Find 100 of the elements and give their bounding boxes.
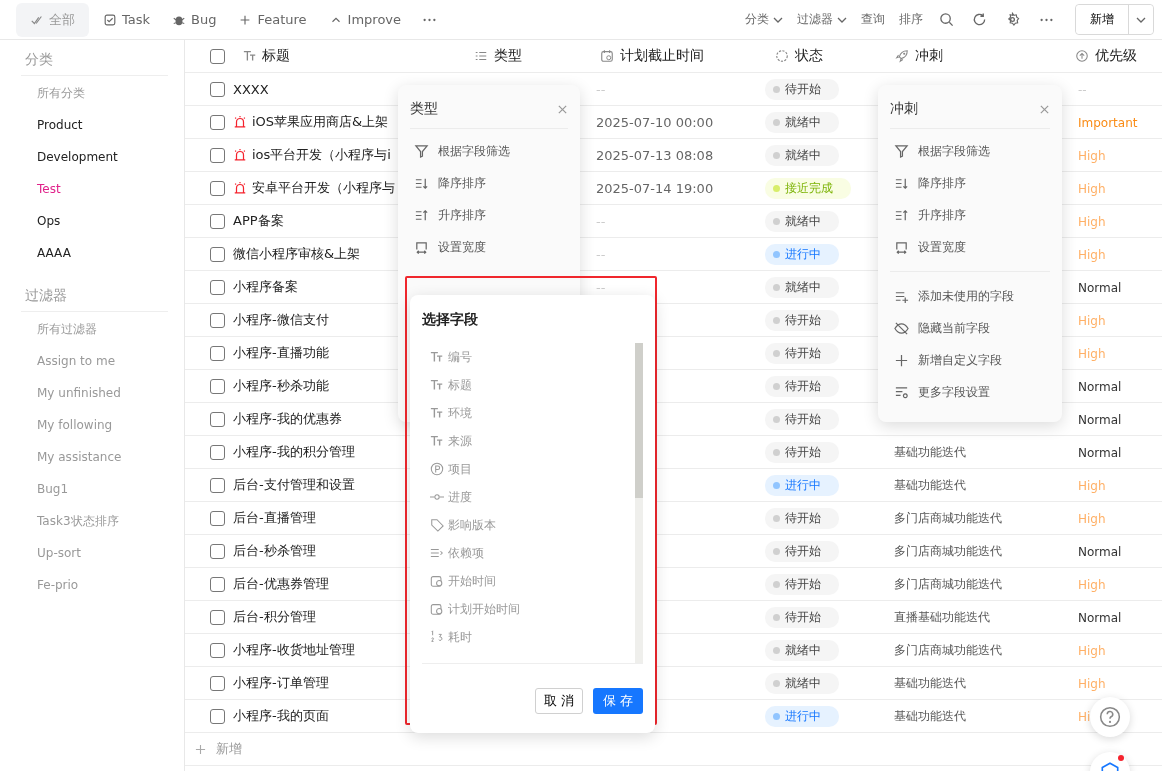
- more-icon[interactable]: [1040, 17, 1053, 22]
- task-title[interactable]: 后台-直播管理: [233, 509, 316, 527]
- task-title[interactable]: XXXX: [233, 81, 269, 97]
- checkbox[interactable]: [210, 477, 225, 493]
- checkbox[interactable]: [210, 48, 225, 64]
- menu-item[interactable]: 升序排序: [890, 199, 1050, 231]
- task-title[interactable]: 小程序-收货地址管理: [233, 641, 355, 659]
- checkbox[interactable]: [210, 609, 225, 625]
- type-tab[interactable]: Bug: [164, 4, 225, 35]
- checkbox[interactable]: [210, 180, 225, 196]
- sidebar-item[interactable]: Test: [21, 174, 168, 206]
- menu-item[interactable]: 根据字段筛选: [890, 135, 1050, 167]
- scrollbar[interactable]: [635, 343, 643, 663]
- type-tab[interactable]: Improve: [320, 4, 410, 35]
- close-icon[interactable]: [1039, 103, 1050, 115]
- type-tab[interactable]: Task: [95, 4, 159, 35]
- status-tag[interactable]: 待开始: [765, 408, 839, 430]
- checkbox[interactable]: [210, 81, 225, 97]
- status-tag[interactable]: 待开始: [765, 540, 839, 562]
- menu-item[interactable]: 设置宽度: [410, 231, 568, 263]
- task-title[interactable]: 小程序-我的优惠券: [233, 410, 342, 428]
- sidebar-item[interactable]: Product: [21, 110, 168, 142]
- status-tag[interactable]: 待开始: [765, 507, 839, 529]
- status-tag[interactable]: 进行中: [765, 474, 839, 496]
- task-title[interactable]: 小程序-我的页面: [233, 707, 329, 725]
- menu-item[interactable]: 新增自定义字段: [890, 344, 1050, 376]
- task-title[interactable]: 小程序-直播功能: [233, 344, 329, 362]
- task-title[interactable]: 小程序-订单管理: [233, 674, 329, 692]
- status-tag[interactable]: 就绪中: [765, 639, 839, 661]
- status-tag[interactable]: 待开始: [765, 606, 839, 628]
- save-button[interactable]: 保 存: [592, 688, 643, 714]
- status-tag[interactable]: 就绪中: [765, 276, 839, 298]
- refresh-icon[interactable]: [972, 12, 987, 27]
- column-header[interactable]: 计划截止时间: [620, 47, 704, 65]
- checkbox[interactable]: [210, 345, 225, 361]
- checkbox[interactable]: [210, 213, 225, 229]
- task-title[interactable]: iOS苹果应用商店&上架: [252, 113, 389, 131]
- checkbox[interactable]: [210, 642, 225, 658]
- column-header[interactable]: 冲刺: [915, 47, 943, 65]
- menu-item[interactable]: 隐藏当前字段: [890, 312, 1050, 344]
- task-title[interactable]: APP备案: [233, 212, 284, 230]
- task-title[interactable]: 后台-积分管理: [233, 608, 316, 626]
- dropdown-button[interactable]: 过滤器: [793, 7, 851, 32]
- checkbox[interactable]: [210, 279, 225, 295]
- task-title[interactable]: 小程序-我的积分管理: [233, 443, 355, 461]
- toolbar-button[interactable]: 查询: [857, 7, 889, 32]
- menu-item[interactable]: 设置宽度: [890, 231, 1050, 263]
- menu-item[interactable]: 降序排序: [890, 167, 1050, 199]
- status-tag[interactable]: 待开始: [765, 342, 839, 364]
- sidebar-item[interactable]: Development: [21, 142, 168, 174]
- menu-item[interactable]: 更多字段设置: [890, 376, 1050, 408]
- status-tag[interactable]: 进行中: [765, 705, 839, 727]
- checkbox[interactable]: [210, 147, 225, 163]
- checkbox[interactable]: [210, 543, 225, 559]
- column-header[interactable]: 标题: [262, 47, 290, 65]
- status-tag[interactable]: 就绪中: [765, 672, 839, 694]
- task-title[interactable]: 后台-优惠券管理: [233, 575, 329, 593]
- checkbox[interactable]: [210, 510, 225, 526]
- checkbox[interactable]: [210, 378, 225, 394]
- cancel-button[interactable]: 取 消: [534, 688, 583, 714]
- checkbox[interactable]: [210, 675, 225, 691]
- sidebar-item[interactable]: Ops: [21, 206, 168, 238]
- settings-icon[interactable]: [1005, 12, 1020, 27]
- status-tag[interactable]: 待开始: [765, 573, 839, 595]
- checkbox[interactable]: [210, 246, 225, 262]
- new-button[interactable]: 新增: [1076, 5, 1129, 34]
- column-header[interactable]: 状态: [795, 47, 823, 65]
- status-tag[interactable]: 就绪中: [765, 111, 839, 133]
- status-tag[interactable]: 待开始: [765, 441, 839, 463]
- status-tag[interactable]: 待开始: [765, 309, 839, 331]
- status-tag[interactable]: 就绪中: [765, 144, 839, 166]
- status-tag[interactable]: 待开始: [765, 78, 839, 100]
- checkbox[interactable]: [210, 576, 225, 592]
- menu-item[interactable]: 降序排序: [410, 167, 568, 199]
- sidebar-item[interactable]: AAAA: [21, 238, 168, 270]
- checkbox[interactable]: [210, 114, 225, 130]
- checkbox[interactable]: [210, 312, 225, 328]
- task-title[interactable]: 微信小程序审核&上架: [233, 245, 361, 263]
- task-title[interactable]: 后台-支付管理和设置: [233, 476, 355, 494]
- close-icon[interactable]: [557, 103, 568, 115]
- search-icon[interactable]: [939, 12, 954, 27]
- more-icon[interactable]: [423, 17, 437, 22]
- checkbox[interactable]: [210, 411, 225, 427]
- status-tag[interactable]: 就绪中: [765, 210, 839, 232]
- task-title[interactable]: 小程序-秒杀功能: [233, 377, 329, 395]
- help-button[interactable]: [1090, 697, 1130, 737]
- toolbar-button[interactable]: 排序: [895, 7, 927, 32]
- checkbox[interactable]: [210, 444, 225, 460]
- menu-item[interactable]: 根据字段筛选: [410, 135, 568, 167]
- task-title[interactable]: 小程序-微信支付: [233, 311, 329, 329]
- task-title[interactable]: 后台-秒杀管理: [233, 542, 316, 560]
- menu-item[interactable]: 添加未使用的字段: [890, 280, 1050, 312]
- column-header[interactable]: 类型: [494, 47, 522, 65]
- type-tab[interactable]: Feature: [230, 4, 315, 35]
- dropdown-button[interactable]: 分类: [741, 7, 787, 32]
- checkbox[interactable]: [210, 708, 225, 724]
- task-title[interactable]: ios平台开发（小程序与i: [252, 146, 391, 164]
- menu-item[interactable]: 升序排序: [410, 199, 568, 231]
- task-title[interactable]: 小程序备案: [233, 278, 298, 296]
- task-title[interactable]: 安卓平台开发（小程序与: [252, 179, 395, 197]
